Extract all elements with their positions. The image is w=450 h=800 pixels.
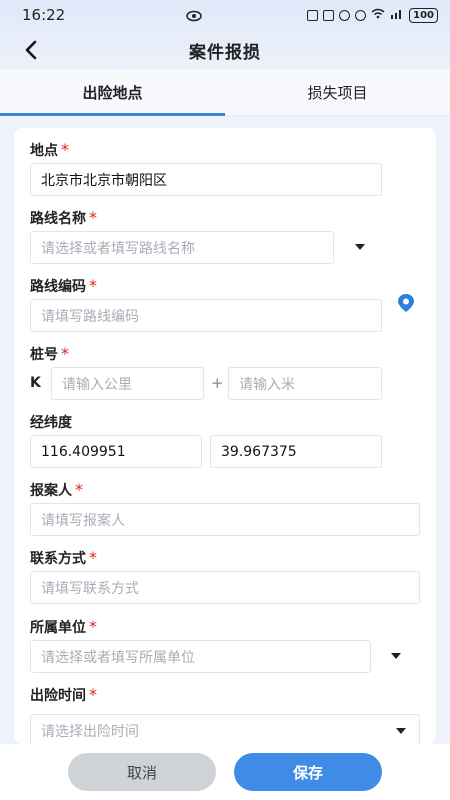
required-mark: * <box>89 208 97 227</box>
contact-label: 联系方式 * <box>30 548 97 567</box>
latitude-field[interactable]: 39.967375 <box>210 435 382 468</box>
route-name-input[interactable]: 请选择或者填写路线名称 <box>30 231 334 264</box>
required-mark: * <box>61 140 69 159</box>
incident-time-select[interactable]: 请选择出险时间 <box>30 714 420 744</box>
unit-input[interactable]: 请选择或者填写所属单位 <box>30 640 371 673</box>
stake-label: 桩号 * <box>30 344 69 363</box>
contact-input[interactable]: 请填写联系方式 <box>30 571 420 604</box>
alarm-icon <box>323 9 335 21</box>
route-name-dropdown-icon[interactable] <box>355 244 365 250</box>
coords-label: 经纬度 <box>30 415 72 431</box>
time-label: 出险时间 * <box>30 685 97 704</box>
tab-bar: 出险地点 损失项目 <box>0 70 450 116</box>
unit-label: 所属单位 * <box>30 617 97 636</box>
required-mark: * <box>89 548 97 567</box>
status-icons: 100 <box>307 7 438 23</box>
notification-icon <box>307 9 319 21</box>
status-bar: 16:22 100 <box>0 0 450 30</box>
route-code-label: 路线编码 * <box>30 276 97 295</box>
page-title: 案件报损 <box>189 42 261 63</box>
eye-icon <box>186 8 202 26</box>
stake-m-input[interactable]: 请输入米 <box>228 367 382 400</box>
longitude-field[interactable]: 116.409951 <box>30 435 202 468</box>
reporter-label: 报案人 * <box>30 480 83 499</box>
reporter-input[interactable]: 请填写报案人 <box>30 503 420 536</box>
route-code-input[interactable]: 请填写路线编码 <box>30 299 382 332</box>
signal-icon <box>390 8 404 22</box>
required-mark: * <box>89 685 97 704</box>
bluetooth-icon <box>339 9 351 21</box>
location-field[interactable]: 北京市北京市朝阳区 <box>30 163 382 196</box>
location-pin-icon[interactable] <box>395 292 417 314</box>
status-time: 16:22 <box>22 6 66 24</box>
time-dropdown-icon[interactable] <box>396 728 406 734</box>
unit-dropdown-icon[interactable] <box>391 653 401 659</box>
tab-loss-items[interactable]: 损失项目 <box>225 70 450 115</box>
required-mark: * <box>75 480 83 499</box>
stake-plus-sign: + <box>211 374 224 392</box>
required-mark: * <box>61 344 69 363</box>
route-name-label: 路线名称 * <box>30 208 97 227</box>
required-mark: * <box>89 276 97 295</box>
save-button[interactable]: 保存 <box>234 753 382 791</box>
action-bar: 取消 保存 <box>0 744 450 800</box>
location-status-icon <box>355 9 367 21</box>
required-mark: * <box>89 617 97 636</box>
app-bar: 案件报损 <box>0 30 450 70</box>
location-label: 地点 * <box>30 140 69 159</box>
tab-incident-location[interactable]: 出险地点 <box>0 70 225 116</box>
back-arrow-icon[interactable] <box>18 36 46 64</box>
stake-km-input[interactable]: 请输入公里 <box>51 367 204 400</box>
battery-icon: 100 <box>409 7 438 23</box>
stake-k-prefix: K <box>30 375 41 391</box>
form-card: 地点 * 北京市北京市朝阳区 路线名称 * 请选择或者填写路线名称 路线编码 * 请填… <box>14 128 436 744</box>
wifi-icon <box>371 8 385 22</box>
cancel-button[interactable]: 取消 <box>68 753 216 791</box>
